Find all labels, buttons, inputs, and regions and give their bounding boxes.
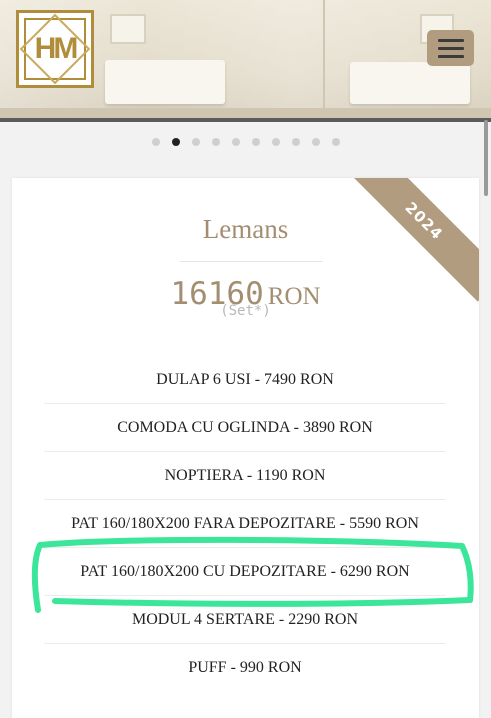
carousel-dot[interactable] [171,138,180,146]
list-item: COMODA CU OGLINDA - 3890 RON [44,404,446,452]
list-item: PAT 160/180X200 CU DEPOZITARE - 6290 RON [44,548,446,596]
hero-divider [323,0,325,108]
brand-logo[interactable]: HM [16,10,94,88]
package-title: Lemans [202,214,289,244]
carousel-dot[interactable] [151,138,160,146]
hamburger-menu-icon [437,54,464,58]
hero-bottom-band [0,118,491,122]
logo-mark: HM [34,32,79,65]
list-item: MODUL 4 SERTARE - 2290 RON [44,596,446,644]
carousel-dot[interactable] [211,138,220,146]
price-note: (Set*) [220,303,271,319]
pricing-card: 2024 Lemans 16160 RON (Set*) DULAP 6 USI … [12,178,479,718]
carousel-dot[interactable] [311,138,320,146]
carousel-dot[interactable] [271,138,280,146]
item-list: DULAP 6 USI - 7490 RON COMODA CU OGLINDA… [44,356,446,692]
bed-image [105,60,225,104]
carousel-dot[interactable] [231,138,240,146]
list-item: PAT 160/180X200 FARA DEPOZITARE - 5590 R… [44,500,446,548]
list-item: DULAP 6 USI - 7490 RON [44,356,446,404]
wall-picture [110,14,146,44]
title-divider [180,261,323,262]
list-item: PUFF - 990 RON [188,659,302,676]
hamburger-menu-icon [437,46,464,50]
carousel-dot[interactable] [251,138,260,146]
hamburger-menu-icon [437,38,464,42]
carousel-dot[interactable] [191,138,200,146]
carousel-dot[interactable] [331,138,340,146]
menu-button[interactable] [427,30,474,66]
list-item: NOPTIERA - 1190 RON [44,452,446,500]
carousel-dot[interactable] [291,138,300,146]
carousel-dots [0,136,491,148]
scrollbar[interactable] [484,120,488,196]
bed-image [350,62,470,104]
